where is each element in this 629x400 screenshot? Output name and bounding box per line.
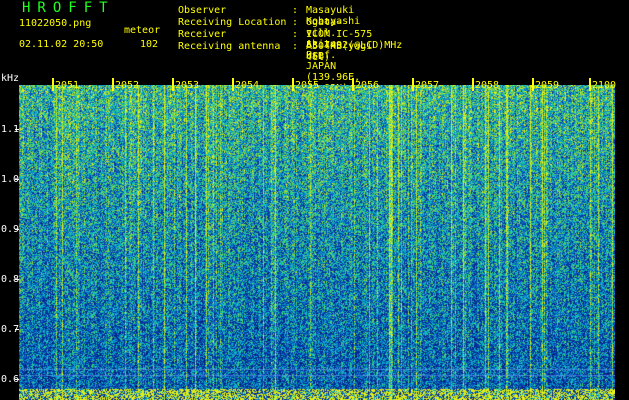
header-value: A504HB(yagi 4el) [306, 41, 373, 63]
event-count: 102 [140, 39, 159, 50]
date-time: 02.11.02 20:50 [19, 39, 104, 50]
time-label: 2051 [55, 80, 80, 91]
time-tick [532, 78, 534, 91]
file-name: 11022050.png [19, 18, 92, 29]
time-label: 2059 [535, 80, 560, 91]
time-label: 2052 [115, 80, 140, 91]
time-label: 2056 [355, 80, 380, 91]
spectrogram-canvas [19, 85, 615, 400]
time-label: 2058 [475, 80, 500, 91]
time-label: 2057 [415, 80, 440, 91]
header-key: Receiver [178, 29, 227, 40]
freq-tick [15, 329, 19, 330]
time-tick [352, 78, 354, 91]
freq-unit-label: kHz [1, 73, 20, 84]
freq-tick [15, 179, 19, 180]
time-label: 2100 [592, 80, 617, 91]
time-tick [172, 78, 174, 91]
header-separator: : [292, 41, 299, 52]
app-logo: HROFFT [22, 0, 115, 16]
freq-tick [15, 279, 19, 280]
event-label: meteor [124, 25, 161, 36]
header-separator: : [292, 5, 299, 16]
header-key: Receiving antenna [178, 41, 281, 52]
time-tick [112, 78, 114, 91]
header-key: Observer [178, 5, 227, 16]
time-tick [232, 78, 234, 91]
freq-tick [15, 379, 19, 380]
header-key: Receiving Location [178, 17, 287, 28]
time-tick [292, 78, 294, 91]
spectrogram [19, 85, 615, 400]
time-tick [589, 78, 591, 91]
time-tick [52, 78, 54, 91]
time-label: 2055 [295, 80, 320, 91]
freq-tick [15, 229, 19, 230]
time-label: 2053 [175, 80, 200, 91]
time-tick [412, 78, 414, 91]
header-separator: : [292, 29, 299, 40]
header-separator: : [292, 17, 299, 28]
freq-tick [15, 129, 19, 130]
time-label: 2054 [235, 80, 260, 91]
time-tick [472, 78, 474, 91]
